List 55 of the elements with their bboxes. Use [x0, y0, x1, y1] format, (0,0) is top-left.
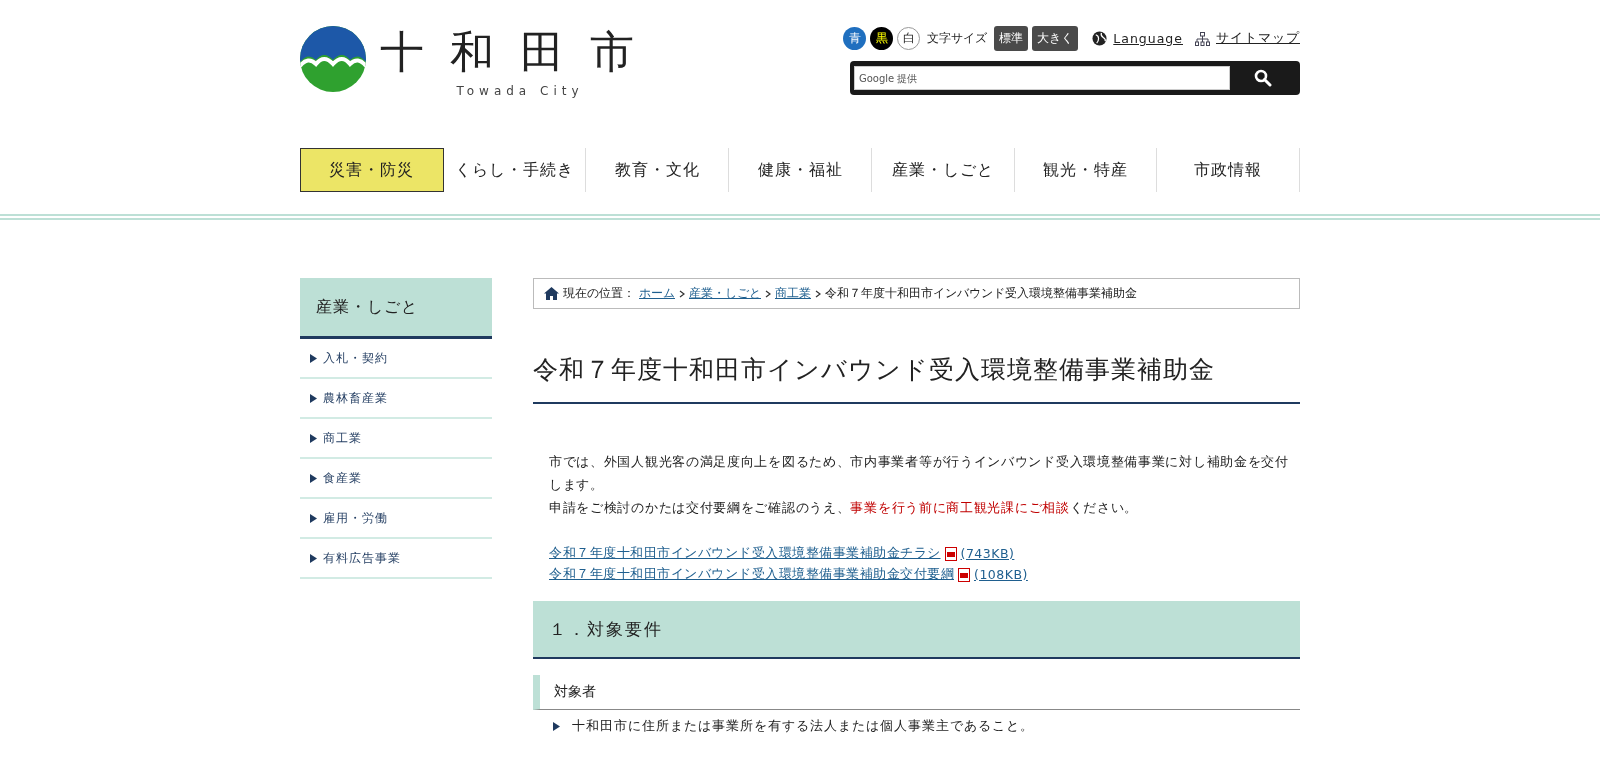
home-icon — [544, 287, 559, 300]
sidebar-item[interactable]: 有料広告事業 — [300, 539, 492, 579]
body-paragraph: 申請をご検討のかたは交付要綱をご確認のうえ、事業を行う前に商工観光課にご相談 ください。 — [549, 499, 1140, 517]
separator-icon — [815, 289, 821, 298]
nav-tab[interactable]: 市政情報 — [1157, 148, 1301, 192]
sidebar-item[interactable]: 食産業 — [300, 459, 492, 499]
section-subheading: 対象者 — [533, 675, 1300, 710]
file-size-link[interactable]: (743KB) — [960, 546, 1015, 561]
sidebar-item[interactable]: 農林畜産業 — [300, 379, 492, 419]
pdf-icon — [944, 546, 957, 561]
separator-icon — [765, 289, 771, 298]
triangle-icon — [310, 473, 317, 483]
color-theme-button[interactable]: 白 — [897, 27, 921, 50]
color-theme-button[interactable]: 黒 — [870, 27, 894, 50]
logo-subtitle: Towada City — [456, 84, 584, 98]
nav-tab[interactable]: 観光・特産 — [1014, 148, 1158, 192]
file-link[interactable]: 令和７年度十和田市インバウンド受入環境整備事業補助金交付要綱 — [549, 566, 954, 583]
triangle-icon — [310, 393, 317, 403]
triangle-icon — [310, 513, 317, 523]
nav-tab[interactable]: 教育・文化 — [586, 148, 730, 192]
breadcrumb-current: 令和７年度十和田市インバウンド受入環境整備事業補助金 — [825, 285, 1137, 302]
triangle-icon — [310, 553, 317, 563]
triangle-icon — [310, 353, 317, 363]
nav-tab[interactable]: 産業・しごと — [871, 148, 1015, 192]
breadcrumb-link[interactable]: ホーム — [639, 285, 675, 302]
file-size-link[interactable]: (108KB) — [974, 567, 1028, 582]
nav-tab[interactable]: くらし・手続き — [443, 148, 587, 192]
sidebar-title: 産業・しごと — [300, 278, 492, 339]
nav-tab[interactable]: 災害・防災 — [300, 148, 444, 192]
logo-title: 十和田市 — [380, 26, 660, 78]
search-field[interactable]: Google 提供 — [854, 66, 1230, 90]
color-theme-button[interactable]: 青 — [843, 27, 867, 50]
sidebar-item[interactable]: 雇用・労働 — [300, 499, 492, 539]
sidebar-item[interactable]: 商工業 — [300, 419, 492, 459]
file-link[interactable]: 令和７年度十和田市インバウンド受入環境整備事業補助金チラシ — [549, 545, 941, 562]
breadcrumb-label: 現在の位置： — [563, 285, 635, 302]
bullet-text: 十和田市に住所または事業所を有する法人または個人事業主であること。 — [572, 718, 1034, 735]
breadcrumb-link[interactable]: 商工業 — [775, 285, 811, 302]
font-size-button[interactable]: 大きく — [1032, 26, 1079, 51]
sitemap-icon — [1195, 31, 1210, 46]
pdf-icon — [958, 567, 970, 582]
triangle-icon — [310, 433, 317, 443]
triangle-icon — [553, 722, 560, 731]
font-size-button[interactable]: 標準 — [994, 26, 1029, 51]
body-paragraph: 市では、外国人観光客の満足度向上を図るため、市内事業者等が行うインバウンド受入環境整備事業に対し補助金を交付します。 — [549, 453, 1290, 494]
page-title: 令和７年度十和田市インバウンド受入環境整備事業補助金 — [533, 353, 1300, 404]
font-size-label: 文字サイズ — [927, 30, 988, 47]
language-link[interactable]: Language — [1113, 31, 1183, 46]
sitemap-link[interactable]: サイトマップ — [1216, 30, 1300, 47]
separator-icon — [679, 289, 685, 298]
search-icon — [1254, 69, 1272, 87]
sidebar-item[interactable]: 入札・契約 — [300, 339, 492, 379]
section-heading: １．対象要件 — [533, 601, 1300, 659]
breadcrumb-link[interactable]: 産業・しごと — [689, 285, 761, 302]
nav-tab[interactable]: 健康・福祉 — [729, 148, 872, 192]
